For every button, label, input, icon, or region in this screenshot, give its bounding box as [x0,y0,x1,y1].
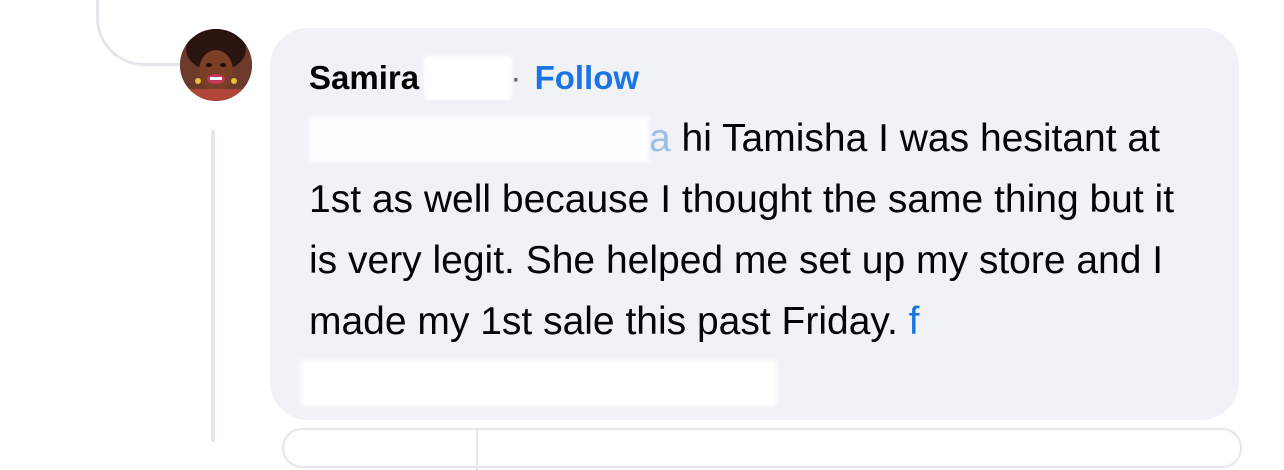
avatar[interactable] [180,29,252,101]
profile-photo-icon [180,29,252,101]
link-visible-fragment: f [908,300,920,344]
reply-thread-line [211,130,215,442]
mention-visible-fragment: a [649,117,671,161]
card-divider [476,430,478,470]
mention-link[interactable]: a [309,115,671,162]
comment-bubble: Samira F · Follow a hi Tamisha I was hesi… [270,28,1239,420]
comment-text: a hi Tamisha I was hesitant at 1st as we… [301,108,1199,413]
redacted-link-mask [301,359,777,406]
comment-header: Samira F · Follow [309,56,1199,102]
redacted-mention-mask [309,115,649,162]
follow-button[interactable]: Follow [535,59,639,96]
next-comment-card [282,428,1242,470]
redacted-name-mask [424,56,513,101]
separator-dot: · [510,59,522,96]
comment-text-line1: hi Tamisha I was hesitant [681,117,1117,161]
